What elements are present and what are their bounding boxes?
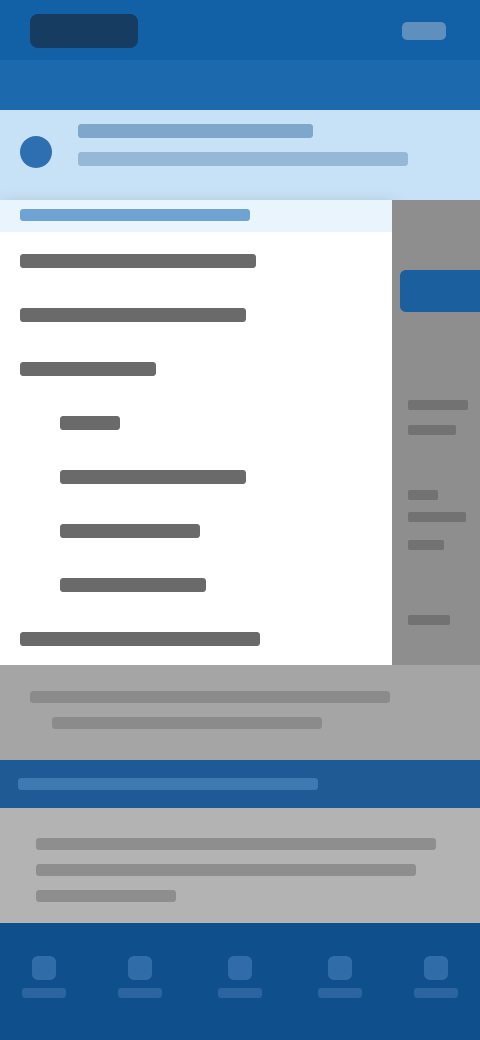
nav-label	[118, 988, 162, 998]
card-text-line	[52, 717, 322, 729]
dropdown-header-text	[20, 209, 250, 221]
nav-label	[218, 988, 262, 998]
home-icon	[32, 956, 56, 980]
nav-home[interactable]	[14, 948, 74, 1008]
nav-grid[interactable]	[210, 948, 270, 1008]
app-logo[interactable]	[30, 14, 138, 48]
info-icon	[20, 136, 52, 168]
background-text	[408, 615, 450, 625]
network-icon[interactable]	[402, 22, 446, 40]
menu-subitem[interactable]	[60, 524, 200, 538]
info-text-line	[36, 838, 436, 850]
card-text-line	[30, 691, 390, 703]
menu-item[interactable]	[20, 362, 156, 376]
nav-label	[22, 988, 66, 998]
background-button[interactable]	[400, 270, 480, 312]
dropdown-menu	[0, 200, 392, 665]
info-text-line	[36, 890, 176, 902]
dropdown-header	[0, 200, 392, 232]
user-icon	[328, 956, 352, 980]
app-header	[0, 0, 480, 60]
background-text	[408, 490, 438, 500]
nav-label	[318, 988, 362, 998]
background-text	[408, 425, 456, 435]
menu-item[interactable]	[20, 254, 256, 268]
nav-label	[414, 988, 458, 998]
list-icon	[128, 956, 152, 980]
info-card	[0, 808, 480, 923]
grid-icon	[228, 956, 252, 980]
menu-subitem[interactable]	[60, 578, 206, 592]
banner-subtitle	[78, 152, 408, 166]
background-text	[408, 540, 444, 550]
nav-list[interactable]	[110, 948, 170, 1008]
menu-item[interactable]	[20, 308, 246, 322]
background-text	[408, 400, 468, 410]
section-header-text	[18, 778, 318, 790]
menu-item[interactable]	[20, 632, 260, 646]
menu-subitem[interactable]	[60, 470, 246, 484]
banner-title	[78, 124, 313, 138]
bottom-navigation	[0, 923, 480, 1040]
menu-icon	[424, 956, 448, 980]
nav-user[interactable]	[310, 948, 370, 1008]
section-header	[0, 760, 480, 808]
menu-subitem[interactable]	[60, 416, 120, 430]
info-text-line	[36, 864, 416, 876]
background-text	[408, 512, 466, 522]
subheader	[0, 60, 480, 110]
nav-menu[interactable]	[406, 948, 466, 1008]
content-card	[0, 665, 480, 760]
